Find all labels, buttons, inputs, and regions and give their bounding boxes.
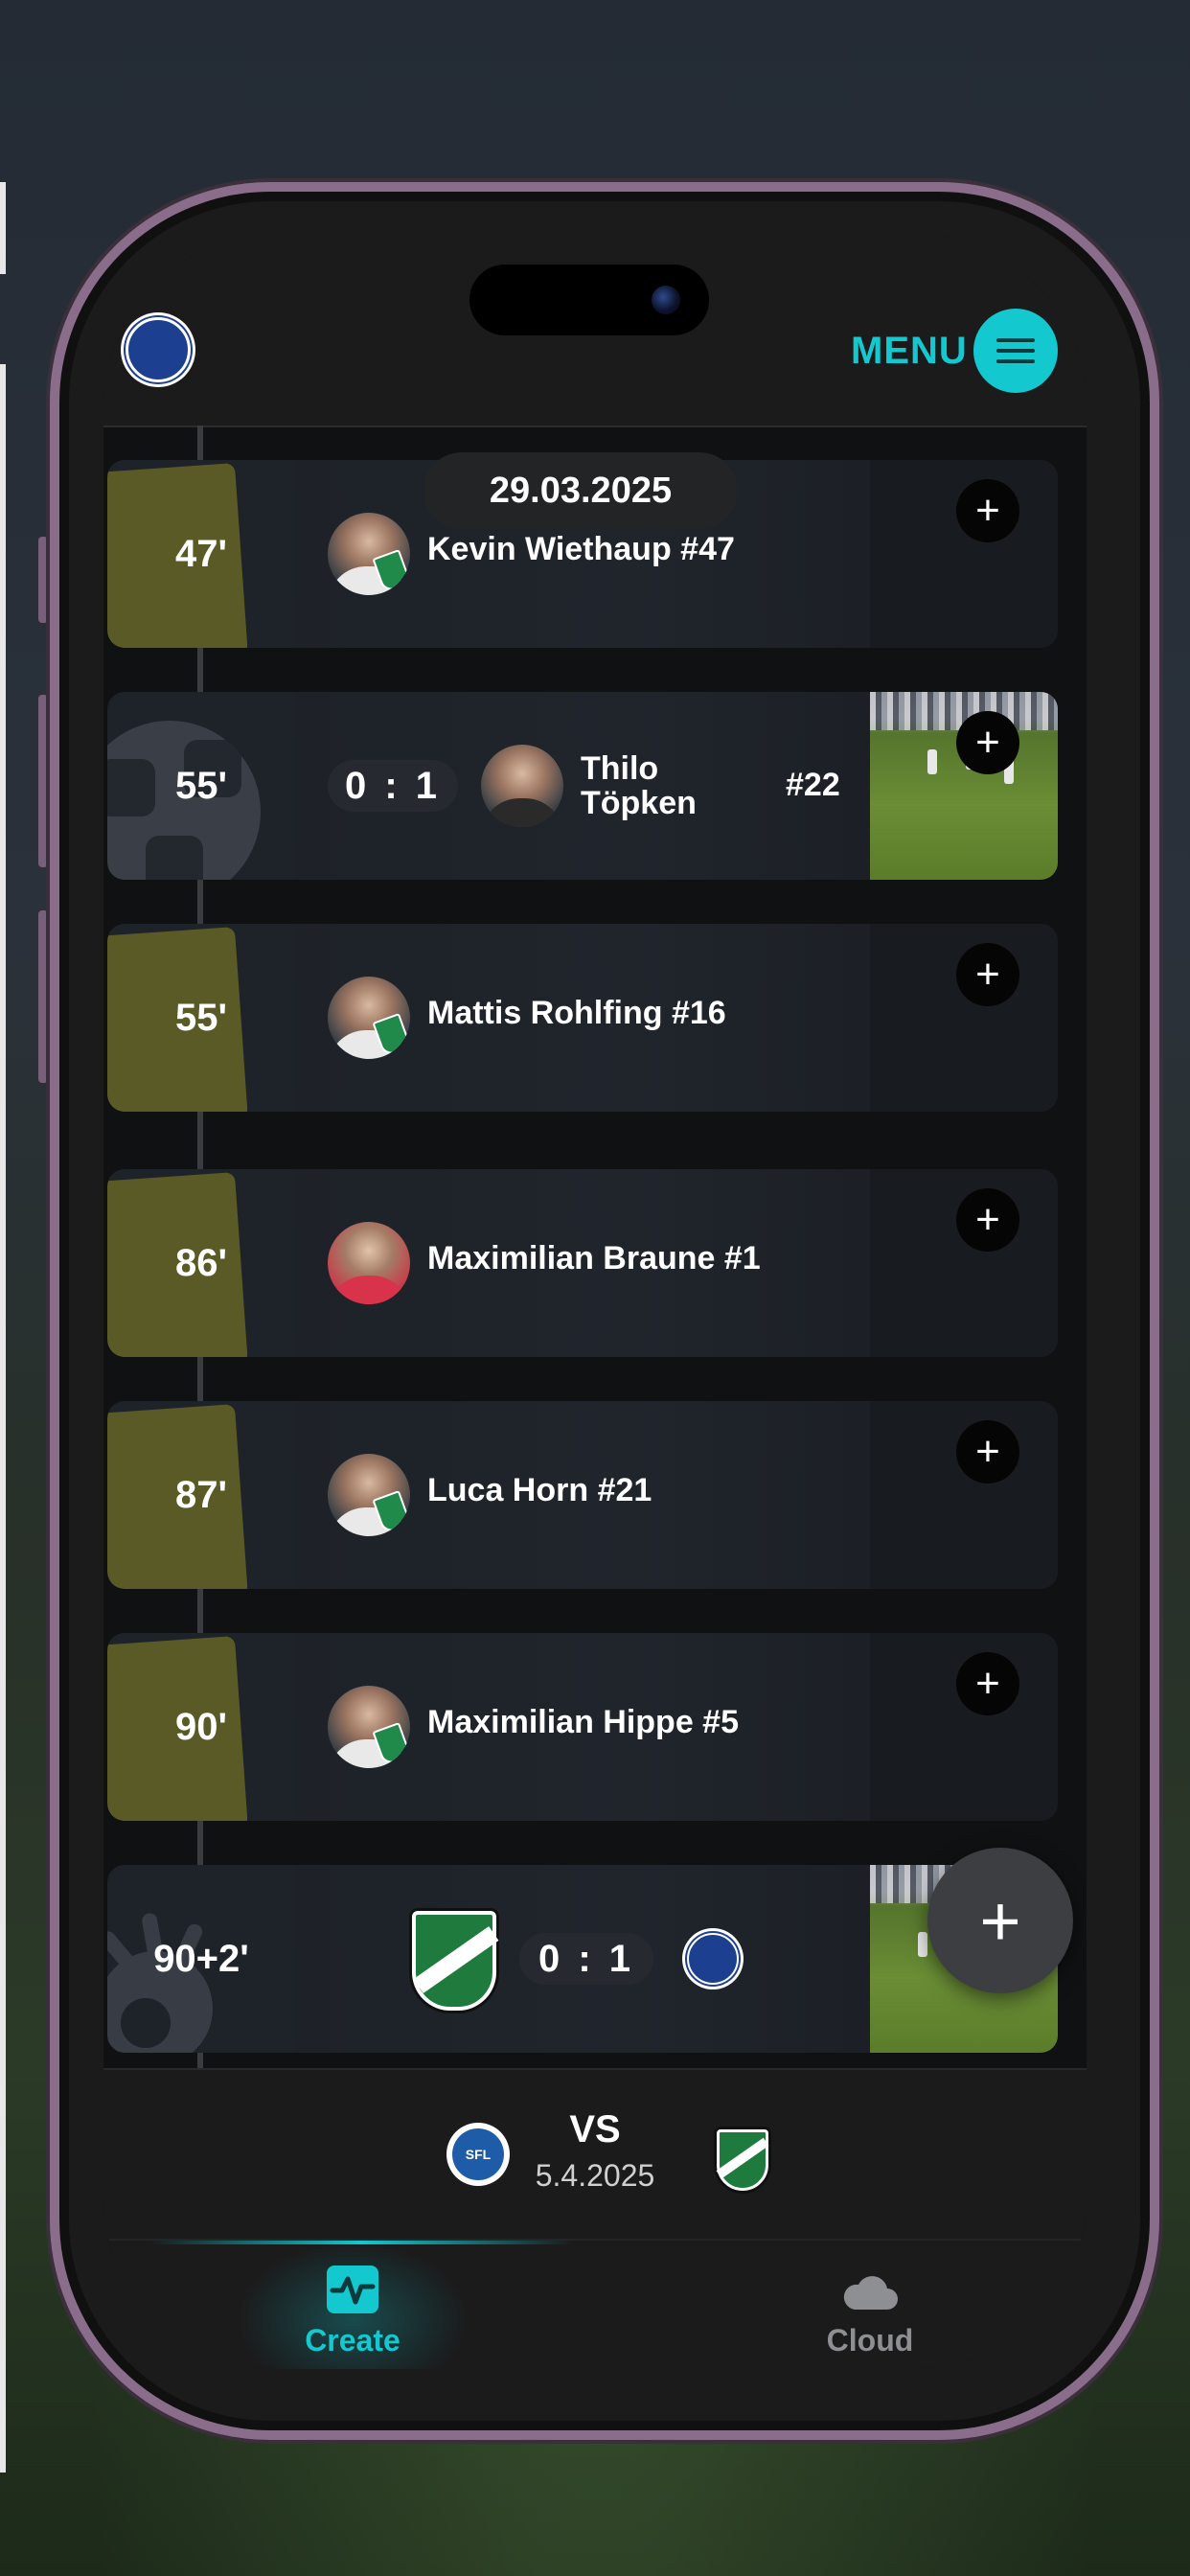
phone-volume-up [38, 695, 48, 867]
player-avatar [481, 745, 563, 827]
event-minute: 87' [174, 1473, 227, 1516]
next-match-date: 5.4.2025 [535, 2158, 655, 2193]
minute-column: 90' [107, 1633, 295, 1821]
player-name: Maximilian Hippe #5 [427, 1704, 739, 1740]
pulse-icon [327, 2266, 378, 2313]
player-name: Thilo Töpken [581, 751, 697, 820]
score: 0 : 1 [328, 760, 458, 812]
player-number: #22 [786, 767, 840, 803]
tab-cloud[interactable]: Cloud [755, 2266, 985, 2361]
club-crest-icon[interactable] [121, 312, 195, 387]
background-edge [0, 182, 6, 274]
cloud-icon [841, 2271, 899, 2313]
next-match-bar[interactable]: SFL VS 5.4.2025 [103, 2068, 1087, 2241]
player-avatar [328, 1686, 410, 1768]
add-media-button[interactable]: + [956, 1652, 1019, 1715]
player-last-name: Töpken [581, 785, 697, 821]
player-name: Mattis Rohlfing #16 [427, 995, 726, 1031]
minute-column: 55' [107, 692, 295, 880]
tab-create[interactable]: Create [238, 2266, 468, 2361]
final-score: 0 : 1 [519, 1933, 653, 1985]
player-avatar [328, 977, 410, 1059]
versus-label: VS [569, 2108, 621, 2150]
opponent-crest-icon [716, 2129, 769, 2191]
event-minute: 55' [174, 996, 227, 1039]
event-row[interactable]: 55' 0 : 1 Thilo Töpken #22 + [107, 692, 1058, 880]
add-media-button[interactable]: + [956, 943, 1019, 1006]
menu-label[interactable]: MENU [851, 330, 968, 373]
minute-column: 55' [107, 924, 295, 1112]
home-team-crest-icon [412, 1911, 499, 2011]
event-minute: 47' [174, 532, 227, 575]
minute-column: 87' [107, 1401, 295, 1589]
tab-create-label: Create [305, 2323, 400, 2358]
event-minute: 90' [174, 1705, 227, 1748]
player-first-name: Thilo [581, 750, 659, 787]
event-minute: 90+2' [153, 1937, 249, 1980]
background-edge [0, 364, 6, 2472]
player-avatar [328, 513, 410, 595]
event-minute: 86' [174, 1241, 227, 1284]
minute-column: 90+2' [107, 1865, 295, 2053]
match-date: 29.03.2025 [423, 452, 738, 529]
add-media-button[interactable]: + [956, 1420, 1019, 1484]
player-name: Maximilian Braune #1 [427, 1240, 761, 1276]
minute-column: 86' [107, 1169, 295, 1357]
minute-column: 47' [107, 460, 295, 648]
event-row[interactable]: 55' Mattis Rohlfing #16 + [107, 924, 1058, 1112]
event-row[interactable]: 90' Maximilian Hippe #5 + [107, 1633, 1058, 1821]
phone-action-button [38, 537, 48, 623]
hamburger-icon[interactable] [973, 309, 1058, 393]
player-avatar [328, 1222, 410, 1304]
player-name: Luca Horn #21 [427, 1472, 652, 1508]
app-screen: MENU 29.03.2025 47' Kevin Wiethaup #47 +… [103, 234, 1087, 2369]
event-row[interactable]: 86' Maximilian Braune #1 + [107, 1169, 1058, 1357]
add-media-button[interactable]: + [956, 479, 1019, 542]
active-tab-indicator [151, 2241, 573, 2244]
player-avatar [328, 1454, 410, 1536]
event-minute: 55' [174, 764, 227, 807]
away-team-crest-icon [682, 1928, 744, 1990]
event-row[interactable]: 87' Luca Horn #21 + [107, 1401, 1058, 1589]
player-name: Kevin Wiethaup #47 [427, 531, 735, 567]
event-row[interactable]: 90+2' 0 : 1 [107, 1865, 1058, 2053]
phone-volume-down [38, 910, 48, 1083]
tab-bar: Create Cloud [103, 2239, 1087, 2369]
add-media-button[interactable]: + [956, 1188, 1019, 1252]
tab-cloud-label: Cloud [826, 2323, 914, 2358]
camera-icon [652, 286, 680, 314]
add-event-button[interactable]: + [927, 1848, 1073, 1993]
add-media-button[interactable]: + [956, 711, 1019, 774]
